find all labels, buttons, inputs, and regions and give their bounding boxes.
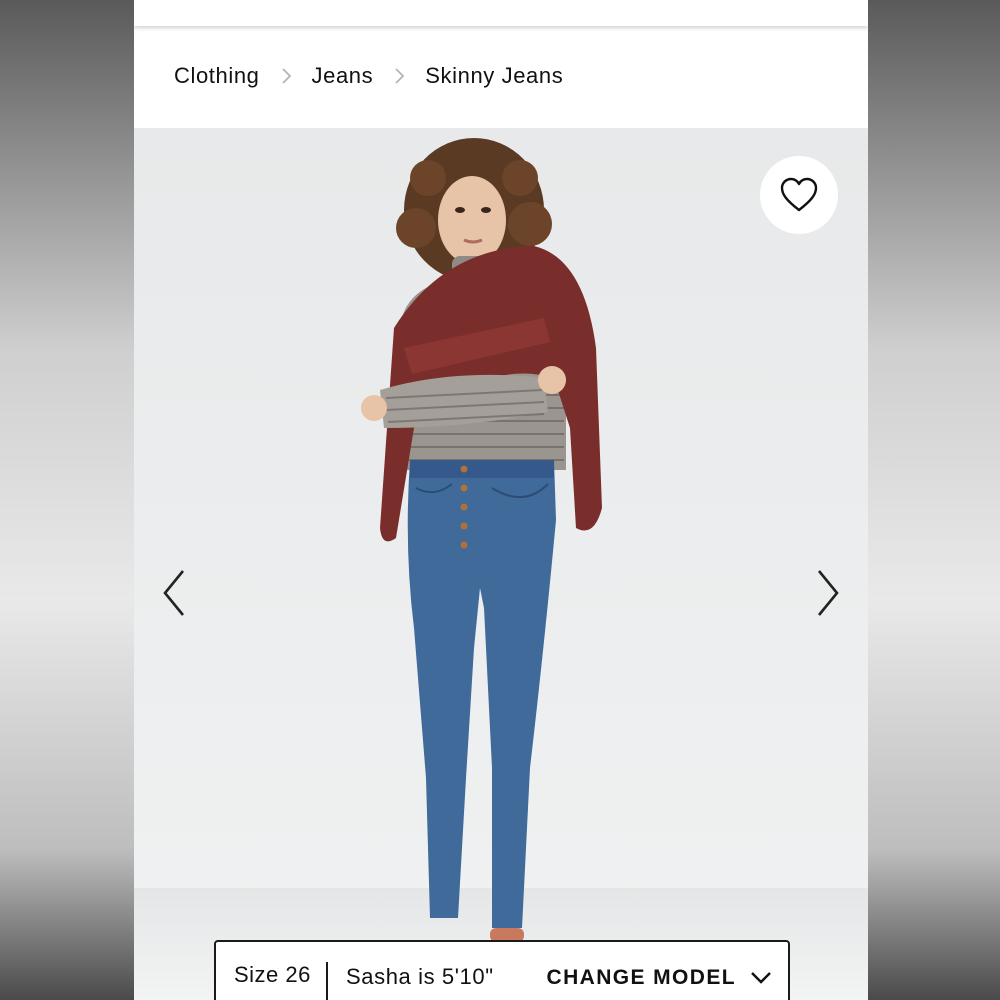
breadcrumb-jeans[interactable]: Jeans: [312, 63, 374, 89]
heart-outline-icon: [780, 177, 818, 212]
breadcrumb-clothing[interactable]: Clothing: [174, 63, 260, 89]
chevron-right-icon: [817, 570, 839, 616]
size-label: Size 26: [216, 962, 328, 1000]
previous-image-button[interactable]: [154, 566, 194, 620]
next-image-button[interactable]: [808, 566, 848, 620]
chevron-left-icon: [163, 570, 185, 616]
chevron-right-icon: [275, 65, 297, 87]
chevron-down-icon: [750, 971, 772, 985]
model-photo: [361, 138, 602, 942]
change-model-button[interactable]: CHANGE MODEL: [547, 966, 772, 990]
product-page: Clothing Jeans Skinny Jeans Size 26 Sash…: [134, 0, 868, 1000]
breadcrumb: Clothing Jeans Skinny Jeans: [174, 58, 563, 94]
breadcrumb-skinny-jeans[interactable]: Skinny Jeans: [425, 63, 563, 89]
chevron-right-icon: [388, 65, 410, 87]
header-bar: [134, 0, 868, 26]
model-height-label: Sasha is 5'10": [346, 964, 494, 989]
change-model-label: CHANGE MODEL: [546, 966, 736, 989]
product-image-gallery[interactable]: [134, 128, 868, 1000]
model-size-selector[interactable]: Size 26 Sasha is 5'10" CHANGE MODEL: [214, 940, 790, 1000]
favorite-button[interactable]: [760, 156, 838, 234]
